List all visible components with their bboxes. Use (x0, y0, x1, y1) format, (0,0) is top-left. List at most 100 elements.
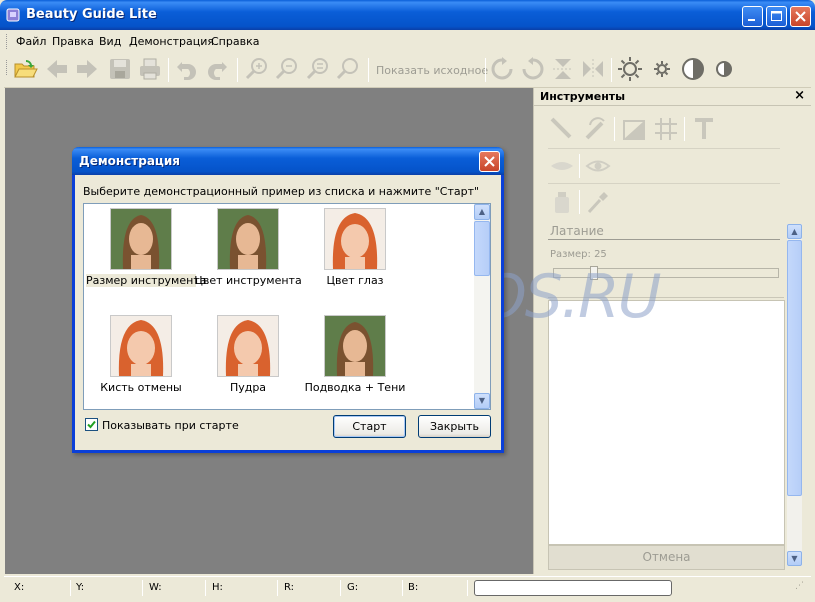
grid-tool-button[interactable] (652, 115, 680, 143)
show-on-start-label[interactable]: Показывать при старте (102, 419, 239, 432)
tools-panel-header: Инструменты × (534, 88, 811, 106)
lips-icon (551, 162, 573, 170)
zoom-in-button[interactable] (244, 56, 270, 82)
list-scroll-thumb[interactable] (474, 221, 490, 276)
panel-separator (579, 154, 580, 178)
zoom-out-button[interactable] (274, 56, 300, 82)
demo-item-label: Цвет инструмента (194, 274, 302, 287)
toolbar-separator (237, 58, 238, 82)
contrast-down-button[interactable] (711, 56, 737, 82)
demo-thumbnail (110, 315, 172, 377)
demo-item-label: Подводка + Тени (304, 381, 406, 394)
demo-list-scrollbar[interactable]: ▲ ▼ (474, 204, 490, 409)
rotate-right-icon (491, 57, 513, 80)
brush-icon (550, 117, 572, 139)
demo-list: Размер инструмента Цвет инструмента Цвет… (83, 203, 491, 410)
print-button[interactable] (137, 56, 163, 82)
rotate-left-icon (522, 57, 544, 80)
menu-help[interactable]: Справка (211, 35, 259, 48)
demo-item-label: Цвет глаз (326, 274, 384, 287)
crop-tool-button[interactable] (620, 115, 648, 143)
lips-tool-button[interactable] (548, 152, 576, 180)
back-button[interactable] (44, 56, 70, 82)
close-button[interactable] (790, 6, 811, 27)
contrast-up-button[interactable] (680, 56, 706, 82)
scroll-up-button[interactable]: ▲ (787, 224, 802, 239)
scroll-down-button[interactable]: ▼ (787, 551, 802, 566)
rotate-left-button[interactable] (520, 56, 546, 82)
menu-file[interactable]: Файл (16, 35, 46, 48)
contrast-icon (682, 58, 704, 80)
demo-item-eye-color[interactable]: Цвет глаз (300, 204, 410, 304)
toolbar-separator (611, 58, 612, 82)
show-original-button[interactable]: Показать исходное (376, 64, 488, 77)
text-tool-button[interactable] (690, 115, 718, 143)
demo-item-eyeliner-shadows[interactable]: Подводка + Тени (300, 311, 410, 411)
flip-vertical-icon (553, 59, 573, 79)
start-button[interactable]: Старт (333, 415, 406, 438)
eye-icon (585, 160, 611, 172)
menu-edit[interactable]: Правка (52, 35, 94, 48)
bottle-icon (555, 192, 569, 213)
tools-panel-title: Инструменты (540, 90, 626, 103)
forward-icon (77, 60, 97, 78)
demo-item-powder[interactable]: Пудра (193, 311, 303, 411)
zoom-actual-button[interactable] (335, 56, 361, 82)
eye-tool-button[interactable] (584, 152, 612, 180)
scroll-thumb[interactable] (787, 240, 802, 496)
flip-horizontal-button[interactable] (580, 56, 606, 82)
section-divider (548, 239, 780, 240)
demo-thumbnail (217, 315, 279, 377)
demo-thumbnail (110, 208, 172, 270)
redo-button[interactable] (204, 56, 230, 82)
demo-item-tool-size[interactable]: Размер инструмента (86, 204, 206, 304)
undo-button[interactable] (174, 56, 200, 82)
status-separator (340, 580, 341, 596)
show-on-start-checkbox[interactable] (85, 418, 98, 431)
title-bar[interactable]: Beauty Guide Lite (0, 0, 815, 30)
forward-button[interactable] (74, 56, 100, 82)
cancel-button[interactable]: Отмена (548, 545, 785, 570)
size-slider[interactable] (553, 268, 779, 278)
save-button[interactable] (107, 56, 133, 82)
flip-vertical-button[interactable] (550, 56, 576, 82)
dialog-close-text-button[interactable]: Закрыть (418, 415, 491, 438)
makeup-brush-tool-button[interactable] (584, 188, 612, 216)
rotate-right-button[interactable] (489, 56, 515, 82)
contrast-small-icon (716, 61, 732, 77)
dialog-title-bar[interactable]: Демонстрация (72, 147, 504, 175)
demo-item-tool-color[interactable]: Цвет инструмента (193, 204, 303, 304)
save-icon (110, 59, 130, 79)
size-slider-thumb[interactable] (590, 266, 598, 280)
demo-item-label: Пудра (229, 381, 267, 394)
status-separator (277, 580, 278, 596)
brightness-up-button[interactable] (617, 56, 643, 82)
tools-panel-close-button[interactable]: × (794, 88, 805, 103)
demo-item-undo-brush[interactable]: Кисть отмены (86, 311, 196, 411)
minimize-icon (748, 19, 755, 21)
panel-scrollbar[interactable]: ▲ ▼ (787, 224, 802, 566)
menu-grip (6, 34, 9, 49)
zoom-actual-icon (336, 58, 358, 80)
zoom-fit-button[interactable] (305, 56, 331, 82)
list-scroll-down-button[interactable]: ▼ (474, 393, 490, 409)
retouch-icon (585, 117, 605, 140)
retouch-tool-button[interactable] (582, 115, 610, 143)
menu-demo[interactable]: Демонстрация (129, 35, 214, 48)
status-separator (205, 580, 206, 596)
brush-tool-button[interactable] (548, 115, 576, 143)
open-button[interactable] (12, 56, 38, 82)
maximize-button[interactable] (766, 6, 787, 27)
maximize-icon (771, 11, 782, 21)
menu-view[interactable]: Вид (99, 35, 121, 48)
list-scroll-up-button[interactable]: ▲ (474, 204, 490, 220)
zoom-out-icon (275, 58, 297, 80)
minimize-button[interactable] (742, 6, 763, 27)
demo-thumbnail (217, 208, 279, 270)
status-separator (142, 580, 143, 596)
brightness-down-button[interactable] (649, 56, 675, 82)
menu-bar: Файл Правка Вид Демонстрация Справка (4, 31, 811, 52)
resize-grip-icon[interactable]: ⋰ (795, 581, 809, 595)
foundation-tool-button[interactable] (548, 188, 576, 216)
dialog-close-button[interactable] (479, 151, 500, 172)
